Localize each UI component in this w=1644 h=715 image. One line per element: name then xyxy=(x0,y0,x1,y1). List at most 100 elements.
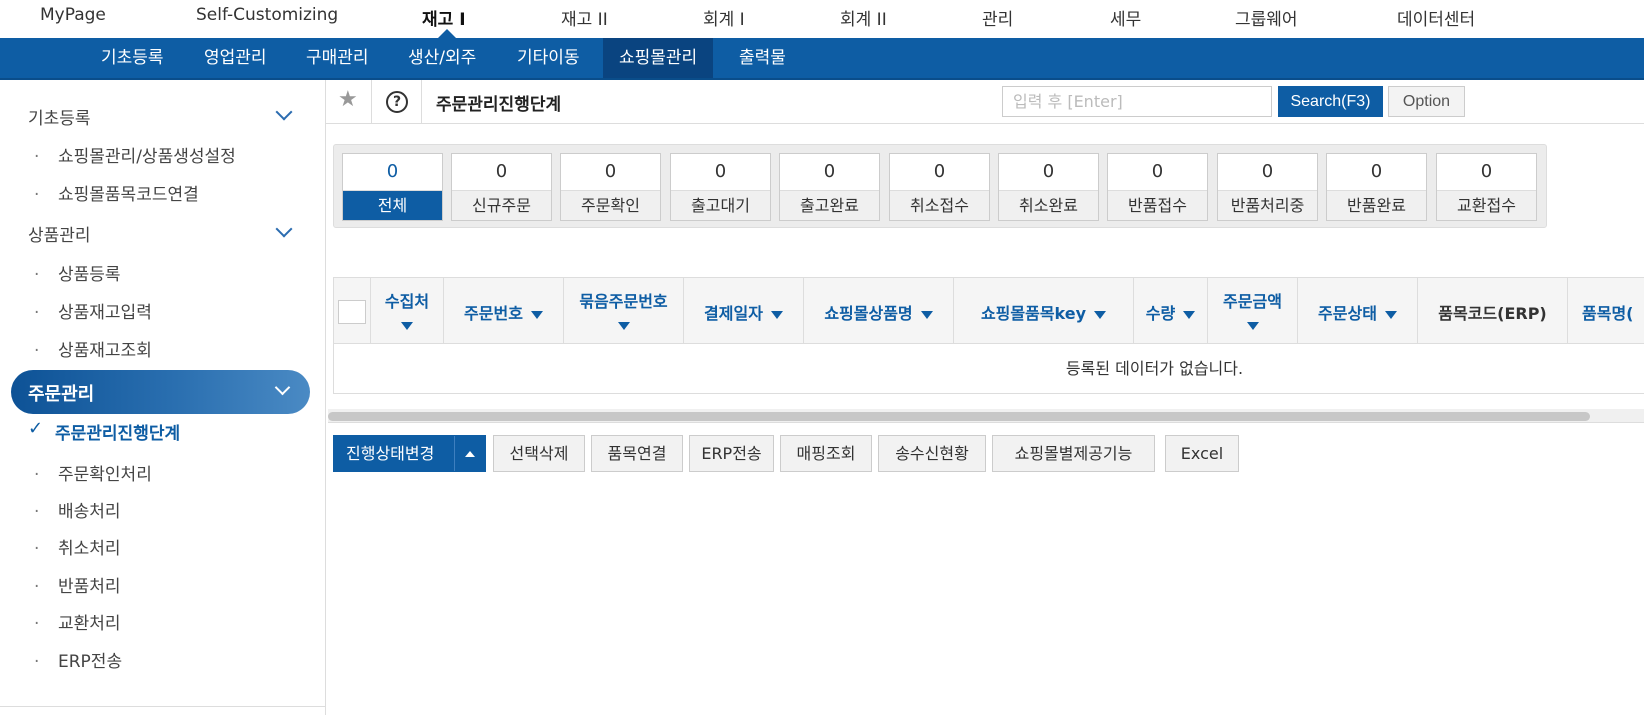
mall-functions-button[interactable]: 쇼핑몰별제공기능 xyxy=(992,435,1155,472)
status-label: 출고완료 xyxy=(780,190,879,220)
column-label: 주문번호 xyxy=(464,304,523,323)
grid-col-item-name[interactable]: 품목명( xyxy=(1568,278,1644,344)
sub-nav-production[interactable]: 생산/외주 xyxy=(392,38,492,78)
link-item-button[interactable]: 품목연결 xyxy=(591,435,683,472)
sidebar-item-mall-settings[interactable]: · 쇼핑몰관리/상품생성설정 xyxy=(34,142,236,167)
status-tile-shipped[interactable]: 0 출고완료 xyxy=(779,153,880,221)
status-label: 출고대기 xyxy=(671,190,770,220)
option-button[interactable]: Option xyxy=(1388,86,1465,117)
sidebar-item-product-registration[interactable]: · 상품등록 xyxy=(34,260,121,285)
grid-col-order-no[interactable]: 주문번호 xyxy=(444,278,564,344)
status-count: 0 xyxy=(933,161,946,182)
top-nav-accounting-2[interactable]: 회계 II xyxy=(840,5,887,30)
sidebar-item-return[interactable]: · 반품처리 xyxy=(34,572,121,597)
status-count: 0 xyxy=(1370,161,1383,182)
sidebar-item-mall-item-code[interactable]: · 쇼핑몰품목코드연결 xyxy=(34,180,199,205)
sub-nav-basic-registration[interactable]: 기초등록 xyxy=(85,38,180,78)
top-nav-groupware[interactable]: 그룹웨어 xyxy=(1235,5,1298,30)
top-nav-inventory-1[interactable]: 재고 I xyxy=(422,5,466,30)
sidebar-group-products[interactable]: 상품관리 xyxy=(28,221,91,246)
sidebar-item-erp-transfer[interactable]: · ERP전송 xyxy=(34,647,122,672)
sort-down-icon xyxy=(401,322,413,330)
sort-down-icon xyxy=(770,310,783,319)
bullet-icon: · xyxy=(34,539,40,559)
top-nav-management[interactable]: 관리 xyxy=(982,5,1013,30)
caret-up-icon[interactable] xyxy=(465,451,475,457)
horizontal-scrollbar[interactable] xyxy=(328,409,1644,423)
status-count: 0 xyxy=(823,161,836,182)
star-icon[interactable]: ★ xyxy=(338,87,358,112)
change-status-label: 진행상태변경 xyxy=(346,444,435,463)
grid-col-item-code-erp[interactable]: 품목코드(ERP) xyxy=(1418,278,1568,344)
sidebar-item-order-stage[interactable]: 주문관리진행단계 xyxy=(55,419,180,444)
sidebar-item-exchange[interactable]: · 교환처리 xyxy=(34,609,121,634)
help-icon[interactable]: ? xyxy=(386,91,408,113)
status-label: 취소완료 xyxy=(999,190,1098,220)
sidebar-item-product-stock-lookup[interactable]: · 상품재고조회 xyxy=(34,336,152,361)
select-all-checkbox[interactable] xyxy=(338,300,366,324)
top-nav-tax[interactable]: 세무 xyxy=(1110,5,1141,30)
status-tile-return-processing[interactable]: 0 반품처리중 xyxy=(1217,153,1318,221)
grid-col-mall-product-name[interactable]: 쇼핑몰상품명 xyxy=(804,278,954,344)
chevron-down-icon[interactable] xyxy=(275,103,293,121)
sidebar-item-product-stock-input[interactable]: · 상품재고입력 xyxy=(34,298,152,323)
column-label: 쇼핑몰품목key xyxy=(980,304,1087,323)
sub-nav-other-movement[interactable]: 기타이동 xyxy=(501,38,596,78)
transmission-status-button[interactable]: 송수신현황 xyxy=(878,435,986,472)
sidebar-item-label: 취소처리 xyxy=(58,539,121,559)
grid-col-source[interactable]: 수집처 xyxy=(371,278,444,344)
divider xyxy=(454,436,455,471)
status-tile-new-order[interactable]: 0 신규주문 xyxy=(451,153,552,221)
sidebar-item-cancel[interactable]: · 취소처리 xyxy=(34,534,121,559)
sub-nav-printouts[interactable]: 출력물 xyxy=(723,38,802,78)
status-tile-all[interactable]: 0 전체 xyxy=(342,153,443,221)
status-tile-return-received[interactable]: 0 반품접수 xyxy=(1107,153,1208,221)
mapping-lookup-button[interactable]: 매핑조회 xyxy=(780,435,872,472)
sub-nav-sales[interactable]: 영업관리 xyxy=(188,38,283,78)
sidebar-group-orders[interactable]: 주문관리 xyxy=(11,370,310,414)
grid-col-quantity[interactable]: 수량 xyxy=(1134,278,1208,344)
status-tile-exchange-received[interactable]: 0 교환접수 xyxy=(1436,153,1537,221)
excel-button[interactable]: Excel xyxy=(1165,435,1239,472)
status-tile-order-confirmed[interactable]: 0 주문확인 xyxy=(560,153,661,221)
bullet-icon: · xyxy=(34,614,40,634)
grid-col-mall-item-key[interactable]: 쇼핑몰품목key xyxy=(954,278,1134,344)
sub-nav-purchase[interactable]: 구매관리 xyxy=(290,38,385,78)
content-header: ★ ? 주문관리진행단계 Search(F3) Option xyxy=(326,80,1644,124)
grid-col-order-amount[interactable]: 주문금액 xyxy=(1208,278,1298,344)
status-tile-cancel-done[interactable]: 0 취소완료 xyxy=(998,153,1099,221)
grid-col-order-status[interactable]: 주문상태 xyxy=(1298,278,1418,344)
grid-col-bundle-order-no[interactable]: 묶음주문번호 xyxy=(564,278,684,344)
search-button[interactable]: Search(F3) xyxy=(1278,86,1383,117)
sub-nav-shopping-mall[interactable]: 쇼핑몰관리 xyxy=(603,38,714,78)
top-nav-inventory-2[interactable]: 재고 II xyxy=(561,5,608,30)
bullet-icon: · xyxy=(34,185,40,205)
chevron-down-icon[interactable] xyxy=(275,220,293,238)
status-tile-awaiting-shipment[interactable]: 0 출고대기 xyxy=(670,153,771,221)
chevron-down-icon xyxy=(274,379,291,396)
top-nav-accounting-1[interactable]: 회계 I xyxy=(703,5,745,30)
status-count: 0 xyxy=(386,161,399,182)
sidebar-item-order-confirm[interactable]: · 주문확인처리 xyxy=(34,460,152,485)
sidebar-item-label: 주문확인처리 xyxy=(58,465,152,485)
scrollbar-thumb[interactable] xyxy=(328,412,1590,421)
top-nav-mypage[interactable]: MyPage xyxy=(40,5,106,25)
bullet-icon: · xyxy=(34,465,40,485)
delete-selected-button[interactable]: 선택삭제 xyxy=(493,435,585,472)
search-input[interactable] xyxy=(1002,86,1272,117)
erp-transfer-button[interactable]: ERP전송 xyxy=(689,435,774,472)
status-tile-return-done[interactable]: 0 반품완료 xyxy=(1326,153,1427,221)
status-tile-cancel-received[interactable]: 0 취소접수 xyxy=(889,153,990,221)
column-label: 수량 xyxy=(1145,304,1176,323)
sidebar-group-label: 주문관리 xyxy=(28,384,95,405)
top-nav-data-center[interactable]: 데이터센터 xyxy=(1397,5,1475,30)
sidebar-item-shipping[interactable]: · 배송처리 xyxy=(34,497,121,522)
sub-nav: 기초등록 영업관리 구매관리 생산/외주 기타이동 쇼핑몰관리 출력물 xyxy=(0,38,1644,80)
sidebar-group-basic[interactable]: 기초등록 xyxy=(28,104,91,129)
bullet-icon: · xyxy=(34,652,40,672)
top-nav-self-customizing[interactable]: Self-Customizing xyxy=(196,5,338,25)
column-label: 수집처 xyxy=(384,292,430,311)
change-status-button[interactable]: 진행상태변경 xyxy=(333,435,486,472)
sidebar: 기초등록 · 쇼핑몰관리/상품생성설정 · 쇼핑몰품목코드연결 상품관리 · 상품등록… xyxy=(0,80,326,715)
grid-col-payment-date[interactable]: 결제일자 xyxy=(684,278,804,344)
